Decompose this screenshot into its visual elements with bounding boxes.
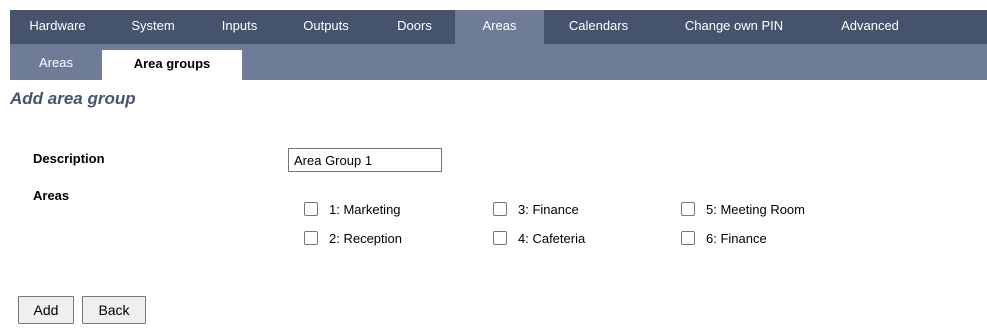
area-5-label: 5: Meeting Room [706,201,805,217]
tab-doors[interactable]: Doors [374,10,455,44]
area-option-5[interactable]: 5: Meeting Room [681,200,805,218]
tab-outputs[interactable]: Outputs [278,10,374,44]
area-option-3[interactable]: 3: Finance [493,200,579,218]
tab-hardware[interactable]: Hardware [10,10,105,44]
area-1-checkbox[interactable] [304,202,318,216]
tab-areas[interactable]: Areas [455,10,544,44]
description-input[interactable] [288,148,442,172]
area-option-6[interactable]: 6: Finance [681,229,767,247]
area-1-label: 1: Marketing [329,201,401,217]
tab-change-own-pin[interactable]: Change own PIN [653,10,815,44]
area-6-label: 6: Finance [706,230,767,246]
area-2-checkbox[interactable] [304,231,318,245]
subtab-area-groups[interactable]: Area groups [102,50,242,80]
description-label: Description [33,151,105,166]
sub-nav-bar: Areas Area groups [10,44,987,80]
page-title: Add area group [10,89,136,108]
area-4-checkbox[interactable] [493,231,507,245]
area-3-label: 3: Finance [518,201,579,217]
area-2-label: 2: Reception [329,230,402,246]
area-option-4[interactable]: 4: Cafeteria [493,229,585,247]
subtab-areas[interactable]: Areas [10,44,102,80]
area-option-2[interactable]: 2: Reception [304,229,402,247]
add-button[interactable]: Add [18,296,74,324]
tab-system[interactable]: System [105,10,201,44]
tab-inputs[interactable]: Inputs [201,10,278,44]
area-option-1[interactable]: 1: Marketing [304,200,401,218]
area-6-checkbox[interactable] [681,231,695,245]
tab-advanced[interactable]: Advanced [815,10,925,44]
area-3-checkbox[interactable] [493,202,507,216]
back-button[interactable]: Back [82,296,146,324]
tab-calendars[interactable]: Calendars [544,10,653,44]
area-5-checkbox[interactable] [681,202,695,216]
areas-label: Areas [33,188,70,203]
top-nav-bar: Hardware System Inputs Outputs Doors Are… [10,10,987,44]
area-4-label: 4: Cafeteria [518,230,586,246]
